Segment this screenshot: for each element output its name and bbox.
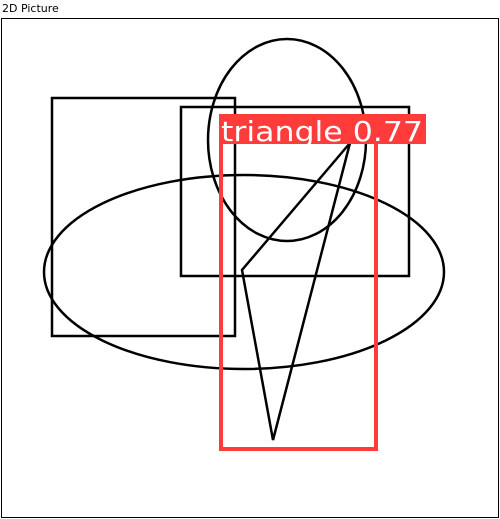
triangle-shape — [240, 142, 352, 441]
large-ellipse — [42, 173, 446, 371]
detection-box — [219, 136, 378, 451]
canvas-drawing: triangle 0.77 — [42, 37, 446, 451]
detection-label: triangle 0.77 — [221, 115, 423, 148]
picture-window: 2D Picture triangle 0.77 — [0, 0, 500, 519]
